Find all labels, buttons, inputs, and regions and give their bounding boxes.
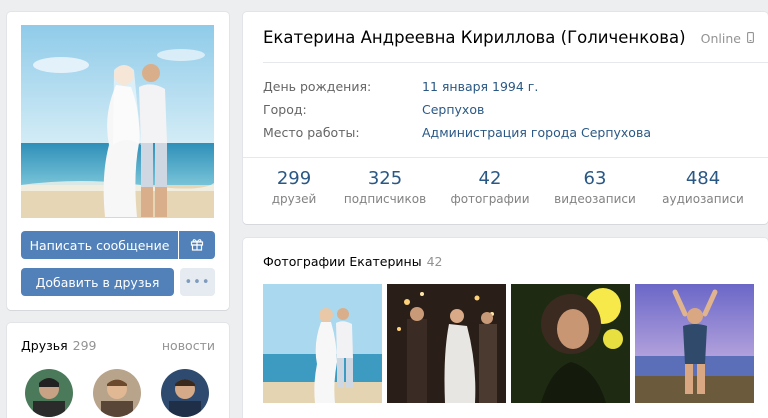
workplace-value-link[interactable]: Администрация города Серпухова <box>422 125 651 140</box>
photo-thumbnail[interactable] <box>511 284 630 403</box>
counter-photos[interactable]: 42 фотографии <box>445 168 535 206</box>
gift-icon <box>190 237 204 254</box>
counter-value: 42 <box>478 168 502 189</box>
counter-value: 63 <box>583 168 607 189</box>
counter-label: видеозаписи <box>554 192 636 206</box>
write-message-button[interactable]: Написать сообщение <box>21 231 178 259</box>
divider <box>243 157 768 158</box>
city-value-link[interactable]: Серпухов <box>422 102 484 117</box>
counter-label: фотографии <box>450 192 530 206</box>
counter-value: 325 <box>367 168 403 189</box>
friends-count: 299 <box>72 338 97 353</box>
friend-avatar[interactable] <box>25 369 73 417</box>
profile-avatar-card: Написать сообщение Добавить в друзья ••• <box>7 12 229 310</box>
divider <box>263 62 768 63</box>
more-actions-button[interactable]: ••• <box>180 268 215 296</box>
photos-title: Фотографии Екатерины <box>263 254 422 269</box>
photos-header[interactable]: Фотографии Екатерины 42 <box>263 254 443 269</box>
counter-followers[interactable]: 325 подписчиков <box>335 168 435 206</box>
counter-value: 299 <box>276 168 312 189</box>
counter-value: 484 <box>685 168 721 189</box>
add-friend-button[interactable]: Добавить в друзья <box>21 268 174 296</box>
mobile-phone-icon <box>747 31 754 46</box>
birthday-label: День рождения: <box>263 79 372 94</box>
photos-count: 42 <box>426 254 443 269</box>
counter-videos[interactable]: 63 видеозаписи <box>550 168 640 206</box>
city-label: Город: <box>263 102 307 117</box>
friends-header[interactable]: Друзья 299 <box>21 338 97 353</box>
send-gift-button[interactable] <box>179 231 215 259</box>
birthday-value-link[interactable]: 11 января 1994 г. <box>422 79 538 94</box>
counter-label: подписчиков <box>343 192 427 206</box>
online-status: Online <box>701 31 754 46</box>
online-status-text: Online <box>700 31 741 46</box>
profile-info-card: Екатерина Андреевна Кириллова (Голиченко… <box>243 12 768 224</box>
photo-thumbnail[interactable] <box>635 284 754 403</box>
counter-label: друзей <box>271 192 317 206</box>
friends-block: Друзья 299 новости <box>7 323 229 418</box>
photos-block: Фотографии Екатерины 42 <box>243 238 768 418</box>
friends-title: Друзья <box>21 338 68 353</box>
profile-photo[interactable] <box>21 25 214 218</box>
counter-friends[interactable]: 299 друзей <box>259 168 329 206</box>
friend-avatar[interactable] <box>93 369 141 417</box>
photo-thumbnail[interactable] <box>263 284 382 403</box>
profile-name: Екатерина Андреевна Кириллова (Голиченко… <box>263 28 686 47</box>
friends-news-link[interactable]: новости <box>162 338 215 353</box>
workplace-label: Место работы: <box>263 125 360 140</box>
counter-audio[interactable]: 484 аудиозаписи <box>658 168 748 206</box>
friend-avatar[interactable] <box>161 369 209 417</box>
photo-thumbnail[interactable] <box>387 284 506 403</box>
counter-label: аудиозаписи <box>662 192 744 206</box>
